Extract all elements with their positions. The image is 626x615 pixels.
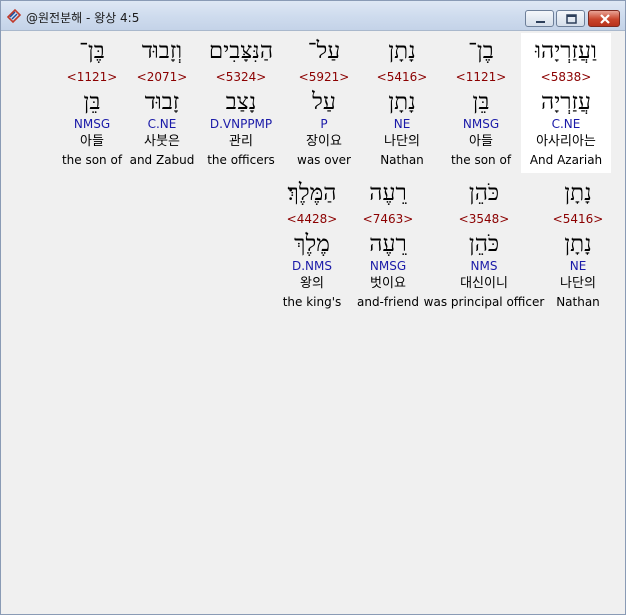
hebrew-word: נָתָן: [564, 180, 592, 206]
parsing-code: NE: [569, 259, 587, 273]
hebrew-word: רֵעֶה: [369, 180, 407, 206]
word-cell[interactable]: כֹּהֵן <3548> כֹּהֵן NMS 대신이니 was princi…: [423, 175, 545, 315]
korean-gloss: 나단의: [560, 276, 596, 291]
english-gloss: And Azariah: [529, 153, 603, 167]
parsing-code: D.NMS: [291, 259, 332, 273]
hebrew-word: הַמֶּלֶךְ׃: [287, 180, 337, 206]
strong-number[interactable]: <3548>: [423, 212, 545, 226]
english-gloss: the officers: [207, 153, 275, 167]
lemma: מֶלֶךְ: [294, 231, 330, 257]
hebrew-word: וַעֲזַרְיָהוּ: [535, 38, 597, 64]
english-gloss: was principal officer: [423, 295, 545, 309]
english-gloss: Nathan: [556, 295, 600, 309]
hebrew-word: כֹּהֵן: [468, 180, 500, 206]
parsing-code: C.NE: [147, 117, 177, 131]
hebrew-word: עַל־: [307, 38, 341, 64]
english-gloss: the king's: [282, 295, 342, 309]
lemma: נָתָן: [388, 89, 416, 115]
lemma: כֹּהֵן: [468, 231, 500, 257]
minimize-button[interactable]: [525, 10, 554, 27]
parsing-code: D.VNPPMP: [209, 117, 273, 131]
app-logo-icon: [6, 8, 22, 24]
title-bar[interactable]: @원전분해 - 왕상 4:5: [1, 1, 625, 31]
word-cell[interactable]: וְזָבוּד <2071> זָבוּד C.NE 사붓은 and Zabu…: [127, 33, 197, 173]
word-cell[interactable]: בֶּן־ <1121> בֵּן NMSG 아들 the son of: [57, 33, 127, 173]
hebrew-word: וְזָבוּד: [141, 38, 183, 64]
strong-number[interactable]: <2071>: [127, 70, 197, 84]
strong-number[interactable]: <1121>: [441, 70, 521, 84]
lemma: נָצַב: [225, 89, 257, 115]
lemma: בֵּן: [472, 89, 490, 115]
word-cell[interactable]: וַעֲזַרְיָהוּ <5838> עֲזַרְיָה C.NE 아사리아…: [521, 33, 611, 173]
word-analysis-panel: וַעֲזַרְיָהוּ <5838> עֲזַרְיָה C.NE 아사리아…: [5, 31, 623, 611]
strong-number[interactable]: <5921>: [289, 70, 359, 84]
hebrew-word: בֶן־: [468, 38, 494, 64]
strong-number[interactable]: <5416>: [363, 70, 441, 84]
strong-number[interactable]: <1121>: [57, 70, 127, 84]
korean-gloss: 나단의: [384, 134, 420, 149]
word-cell[interactable]: עַל־ <5921> עַל P 장이요 was over: [289, 33, 359, 173]
korean-gloss: 왕의: [300, 276, 324, 291]
app-window: @원전분해 - 왕상 4:5 וַעֲזַרְיָהוּ <5838> עֲזַ…: [0, 0, 626, 615]
maximize-button[interactable]: [556, 10, 585, 27]
korean-gloss: 아사리아는: [536, 134, 596, 149]
close-icon: [600, 14, 610, 24]
strong-number[interactable]: <4428>: [277, 212, 347, 226]
lemma: עַל: [312, 89, 336, 115]
strong-number[interactable]: <7463>: [353, 212, 423, 226]
lemma: זָבוּד: [144, 89, 180, 115]
english-gloss: and Zabud: [129, 153, 195, 167]
lemma: בֵּן: [83, 89, 101, 115]
parsing-code: NMS: [470, 259, 498, 273]
lemma: נָתָן: [564, 231, 592, 257]
word-cell[interactable]: הַנִּצָּבִים <5324> נָצַב D.VNPPMP 관리 th…: [201, 33, 281, 173]
parsing-code: C.NE: [551, 117, 581, 131]
korean-gloss: 대신이니: [460, 276, 508, 291]
word-cell[interactable]: הַמֶּלֶךְ׃ <4428> מֶלֶךְ D.NMS 왕의 the ki…: [277, 175, 347, 315]
hebrew-word: בֶּן־: [79, 38, 105, 64]
maximize-icon: [566, 14, 577, 24]
word-cell[interactable]: נָתָן <5416> נָתָן NE 나단의 Nathan: [363, 33, 441, 173]
korean-gloss: 벗이요: [370, 276, 406, 291]
english-gloss: the son of: [450, 153, 512, 167]
parsing-code: NMSG: [73, 117, 111, 131]
strong-number[interactable]: <5416>: [545, 212, 611, 226]
parsing-code: P: [320, 117, 328, 131]
hebrew-word: נָתָן: [388, 38, 416, 64]
english-gloss: Nathan: [380, 153, 424, 167]
parsing-code: NMSG: [369, 259, 407, 273]
korean-gloss: 아들: [469, 134, 493, 149]
english-gloss: and-friend: [356, 295, 419, 309]
window-title: @원전분해 - 왕상 4:5: [26, 11, 140, 25]
korean-gloss: 장이요: [306, 134, 342, 149]
hebrew-word: הַנִּצָּבִים: [208, 38, 274, 64]
lemma: רֵעֶה: [369, 231, 407, 257]
strong-number[interactable]: <5838>: [521, 70, 611, 84]
korean-gloss: 사붓은: [144, 134, 180, 149]
close-button[interactable]: [588, 10, 620, 27]
word-cell[interactable]: רֵעֶה <7463> רֵעֶה NMSG 벗이요 and-friend: [353, 175, 423, 315]
strong-number[interactable]: <5324>: [201, 70, 281, 84]
korean-gloss: 아들: [80, 134, 104, 149]
english-gloss: was over: [297, 153, 351, 167]
word-cell[interactable]: נָתָן <5416> נָתָן NE 나단의 Nathan: [545, 175, 611, 315]
parsing-code: NE: [393, 117, 411, 131]
minimize-icon: [536, 21, 545, 23]
parsing-code: NMSG: [462, 117, 500, 131]
lemma: עֲזַרְיָה: [541, 89, 591, 115]
word-cell[interactable]: בֶן־ <1121> בֵּן NMSG 아들 the son of: [441, 33, 521, 173]
korean-gloss: 관리: [229, 134, 253, 149]
english-gloss: the son of: [61, 153, 123, 167]
